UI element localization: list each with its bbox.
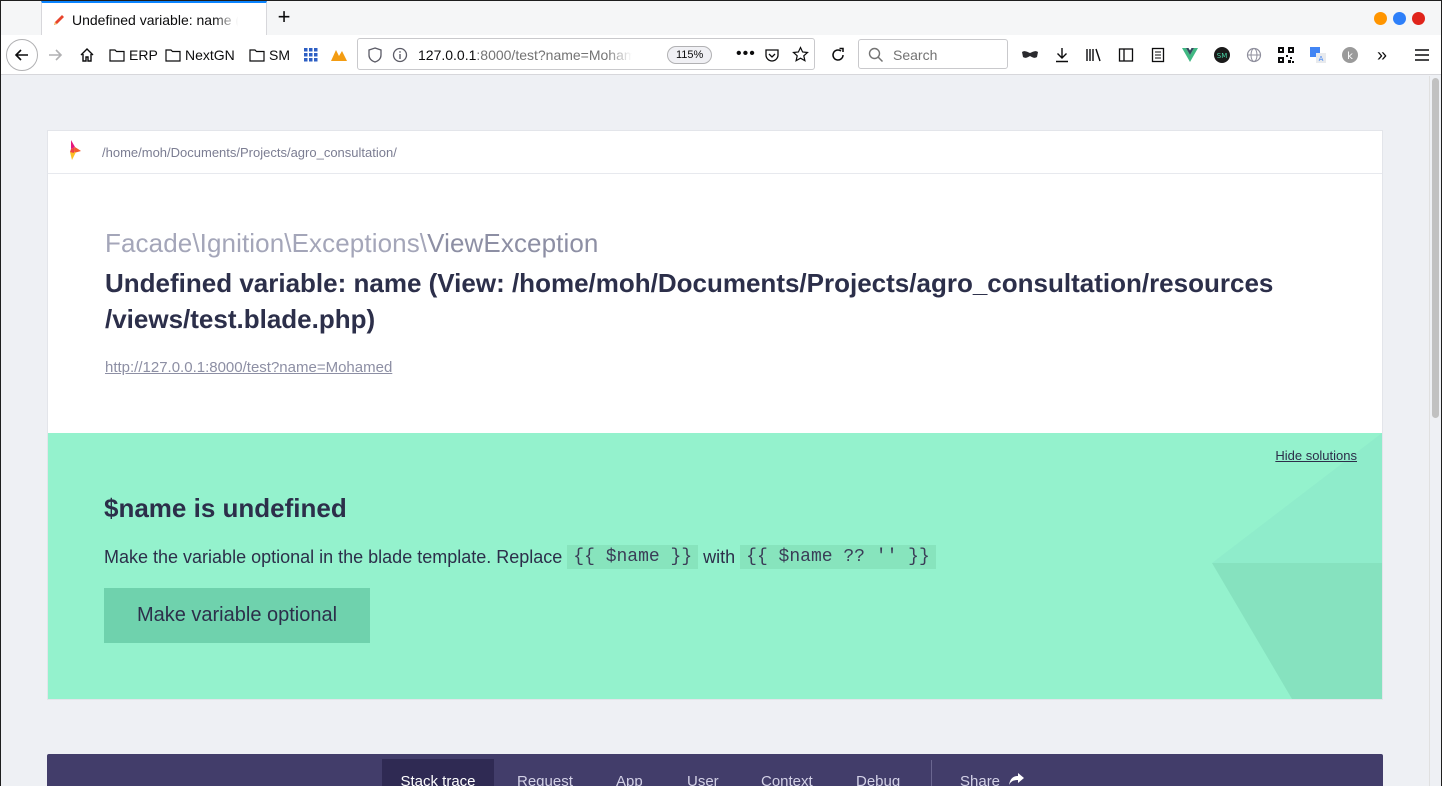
translate-icon[interactable]: A	[1308, 45, 1328, 65]
zoom-level-badge[interactable]: 115%	[667, 46, 713, 64]
solution-title: $name is undefined	[104, 493, 347, 523]
browser-tab-strip: Undefined variable: name (View: /home/mo…	[0, 0, 1442, 36]
url-host: 127.0.0.1	[418, 47, 477, 63]
svg-text:k: k	[1347, 51, 1353, 62]
tab-app[interactable]: App	[616, 759, 643, 786]
code-snippet-from: {{ $name }}	[567, 545, 699, 569]
request-url-link[interactable]: http://127.0.0.1:8000/test?name=Mohamed	[105, 359, 392, 376]
svg-text:SM: SM	[1217, 52, 1227, 60]
home-button[interactable]	[77, 45, 97, 65]
pencil-favicon-icon	[52, 13, 66, 27]
bookmark-erp[interactable]: ERP	[109, 45, 158, 65]
globe-icon[interactable]	[1244, 45, 1264, 65]
code-snippet-to: {{ $name ?? '' }}	[740, 545, 936, 569]
folder-icon	[249, 49, 265, 62]
tab-request[interactable]: Request	[517, 759, 573, 786]
window-controls	[1374, 12, 1425, 25]
browser-tab-active[interactable]: Undefined variable: name (View: /home/mo…	[41, 1, 267, 36]
bookmark-nextgn[interactable]: NextGN	[165, 45, 235, 65]
home-icon	[80, 48, 94, 62]
url-text: 127.0.0.1:8000/test?name=Mohamed	[418, 47, 632, 63]
share-label: Share	[960, 773, 1001, 786]
solution-decoration	[1212, 433, 1382, 699]
page-scrollbar[interactable]	[1429, 76, 1441, 786]
tab-context[interactable]: Context	[761, 759, 813, 786]
private-mask-icon[interactable]	[1020, 45, 1040, 65]
pocket-icon[interactable]	[764, 47, 780, 68]
back-arrow-icon	[14, 49, 28, 61]
share-button[interactable]: Share	[960, 759, 1026, 786]
downloads-icon[interactable]	[1052, 45, 1072, 65]
new-tab-button[interactable]: +	[271, 5, 297, 31]
exception-class-name: ViewException	[427, 228, 599, 258]
reload-icon[interactable]	[828, 45, 848, 65]
search-icon	[868, 47, 884, 68]
forward-arrow-icon	[49, 49, 63, 61]
site-info-icon[interactable]	[392, 47, 408, 68]
error-card: /home/moh/Documents/Projects/agro_consul…	[47, 130, 1383, 700]
extension-k-icon[interactable]: k	[1340, 45, 1360, 65]
solution-text-with: with	[703, 546, 736, 567]
hamburger-menu-icon[interactable]	[1412, 45, 1432, 65]
tab-debug[interactable]: Debug	[856, 759, 900, 786]
folder-icon	[165, 49, 181, 62]
tab-stack-trace[interactable]: Stack trace	[382, 759, 494, 786]
browser-tab-title: Undefined variable: name (View: /home/mo…	[72, 11, 238, 28]
window-border	[0, 0, 1, 786]
exception-namespace: Facade\Ignition\Exceptions\	[105, 228, 428, 258]
back-button[interactable]	[6, 39, 38, 71]
exception-class: Facade\Ignition\Exceptions\ViewException	[105, 228, 1382, 259]
search-bar[interactable]: Search	[858, 39, 1008, 69]
solution-description: Make the variable optional in the blade …	[104, 545, 941, 569]
page-viewport: /home/moh/Documents/Projects/agro_consul…	[1, 76, 1429, 786]
reader-notes-icon[interactable]	[1148, 45, 1168, 65]
bookmark-sm[interactable]: SM	[249, 45, 290, 65]
url-bar[interactable]: 127.0.0.1:8000/test?name=Mohamed 115% ••…	[357, 38, 815, 70]
vue-devtools-icon[interactable]	[1180, 45, 1200, 65]
search-placeholder: Search	[893, 47, 938, 63]
hide-solutions-link[interactable]: Hide solutions	[1275, 448, 1357, 463]
bookmark-label: ERP	[129, 47, 158, 63]
make-variable-optional-button[interactable]: Make variable optional	[104, 588, 370, 643]
page-actions-icon[interactable]: •••	[736, 45, 756, 63]
exception-summary: Facade\Ignition\Exceptions\ViewException…	[48, 174, 1382, 433]
browser-toolbar: ERP NextGN SM 127.0.0.1:8000/test?name=M…	[0, 35, 1442, 75]
qr-code-icon[interactable]	[1276, 45, 1296, 65]
tab-user[interactable]: User	[687, 759, 719, 786]
card-header: /home/moh/Documents/Projects/agro_consul…	[48, 131, 1382, 174]
details-tab-bar: Stack trace Request App User Context Deb…	[47, 754, 1383, 786]
close-window-button[interactable]	[1412, 12, 1425, 25]
overflow-chevron-icon[interactable]: »	[1372, 45, 1392, 65]
ignition-logo-icon	[68, 139, 82, 166]
library-icon[interactable]	[1084, 45, 1104, 65]
bookmark-label: SM	[269, 47, 290, 63]
minimize-button[interactable]	[1374, 12, 1387, 25]
app-path: /home/moh/Documents/Projects/agro_consul…	[102, 144, 397, 160]
scrollbar-thumb[interactable]	[1432, 78, 1439, 418]
tracking-shield-icon[interactable]	[368, 47, 382, 68]
solution-text-before: Make the variable optional in the blade …	[104, 546, 563, 567]
share-arrow-icon	[1009, 773, 1025, 785]
svg-text:A: A	[1319, 55, 1324, 63]
bookmark-star-icon[interactable]	[792, 46, 809, 68]
bookmark-label: NextGN	[185, 47, 235, 63]
phpmyadmin-icon[interactable]	[329, 45, 349, 65]
maximize-button[interactable]	[1393, 12, 1406, 25]
folder-icon	[109, 49, 125, 62]
url-rest: :8000/test?name=Mohamed	[476, 47, 632, 63]
forward-button[interactable]	[45, 45, 65, 65]
sidebar-icon[interactable]	[1116, 45, 1136, 65]
exception-message: Undefined variable: name (View: /home/mo…	[105, 268, 1274, 334]
apps-grid-icon[interactable]	[301, 45, 321, 65]
solution-panel: Hide solutions $name is undefined Make t…	[48, 433, 1382, 699]
tab-separator	[931, 760, 932, 786]
extension-sm-icon[interactable]: SM	[1212, 45, 1232, 65]
